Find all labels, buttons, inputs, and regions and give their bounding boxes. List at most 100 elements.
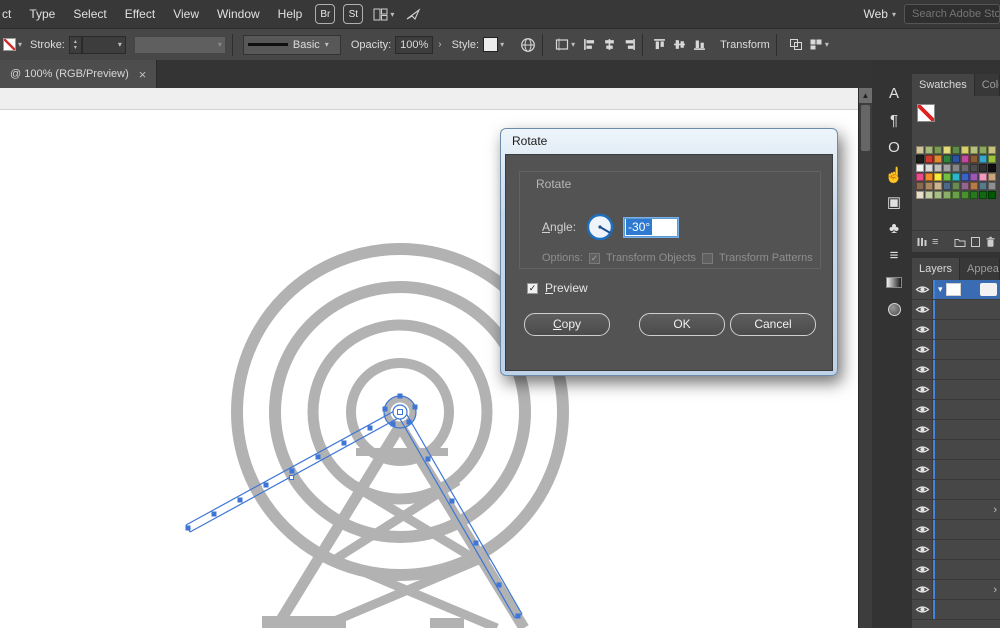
color-swatch[interactable] [961, 155, 969, 163]
visibility-eye-icon[interactable] [912, 380, 933, 399]
color-swatch[interactable] [943, 146, 951, 154]
color-swatch[interactable] [979, 146, 987, 154]
layer-row[interactable] [912, 380, 1000, 400]
opentype-panel-icon[interactable]: O [878, 134, 910, 161]
chevron-down-icon[interactable]: ▾ [500, 40, 504, 49]
visibility-eye-icon[interactable] [912, 520, 933, 539]
layer-content[interactable] [933, 540, 1000, 559]
tab-swatches[interactable]: Swatches [912, 74, 974, 96]
new-color-group-icon[interactable] [954, 236, 966, 248]
visibility-eye-icon[interactable] [912, 560, 933, 579]
shape-modes-icon[interactable]: ▾ [809, 38, 829, 51]
publish-online-icon[interactable] [520, 37, 536, 53]
hand-panel-icon[interactable]: ☝ [878, 161, 910, 188]
visibility-eye-icon[interactable] [912, 480, 933, 499]
color-swatch[interactable] [988, 182, 996, 190]
transform-objects-checkbox[interactable]: ✓ [589, 253, 600, 264]
color-swatch[interactable] [943, 182, 951, 190]
ok-button[interactable]: OK [639, 313, 725, 336]
color-swatch[interactable] [916, 164, 924, 172]
visibility-eye-icon[interactable] [912, 600, 933, 619]
arrange-documents-icon[interactable]: ▾ [373, 8, 394, 21]
layer-target-box[interactable] [980, 283, 997, 296]
color-swatch[interactable] [916, 155, 924, 163]
workspace-switcher[interactable]: Web ▾ [856, 7, 904, 21]
none-swatch[interactable] [917, 104, 935, 122]
menu-item-select[interactable]: Select [64, 0, 115, 28]
scrollbar-thumb[interactable] [861, 105, 870, 151]
visibility-eye-icon[interactable] [912, 580, 933, 599]
menu-item-effect[interactable]: Effect [116, 0, 164, 28]
layer-content[interactable] [933, 400, 1000, 419]
stock-search[interactable] [904, 4, 1000, 24]
chevron-right-icon[interactable]: › [438, 39, 441, 50]
paragraph-panel-icon[interactable]: ¶ [878, 107, 910, 134]
color-swatch[interactable] [961, 182, 969, 190]
align-center-icon[interactable] [603, 38, 616, 51]
angle-dial[interactable] [585, 212, 615, 242]
layer-row[interactable] [912, 540, 1000, 560]
color-swatch[interactable] [952, 155, 960, 163]
layer-content[interactable] [933, 560, 1000, 579]
layer-row[interactable]: › [912, 580, 1000, 600]
layer-row[interactable]: › [912, 500, 1000, 520]
vertical-scrollbar[interactable]: ▲ [858, 88, 872, 628]
color-swatch[interactable] [961, 191, 969, 199]
color-swatch[interactable] [916, 146, 924, 154]
new-swatch-icon[interactable] [970, 236, 981, 248]
layer-row[interactable] [912, 460, 1000, 480]
layer-content[interactable]: ▾ [933, 280, 1000, 299]
color-swatch[interactable] [934, 182, 942, 190]
document-tab[interactable]: @ 100% (RGB/Preview) × [0, 60, 157, 88]
layer-row[interactable] [912, 400, 1000, 420]
color-swatch[interactable] [934, 164, 942, 172]
layer-thumbnail[interactable] [946, 283, 961, 296]
stroke-weight-dropdown[interactable]: ▾ [82, 36, 126, 54]
opacity-value[interactable]: 100% [395, 36, 433, 54]
chevron-right-icon[interactable]: › [993, 504, 997, 516]
menu-item-type[interactable]: Type [20, 0, 64, 28]
dialog-titlebar[interactable]: Rotate [501, 129, 837, 153]
color-swatch[interactable] [925, 155, 933, 163]
layer-content[interactable] [933, 300, 1000, 319]
color-swatch[interactable] [934, 155, 942, 163]
layer-content[interactable] [933, 340, 1000, 359]
layer-content[interactable] [933, 440, 1000, 459]
color-swatch[interactable] [934, 146, 942, 154]
symbols-panel-icon[interactable]: ♣ [878, 215, 910, 242]
layer-row[interactable] [912, 340, 1000, 360]
graphic-style-swatch[interactable] [483, 37, 498, 52]
transform-patterns-checkbox[interactable] [702, 253, 713, 264]
color-swatch[interactable] [970, 155, 978, 163]
stroke-weight-stepper[interactable]: ▴▾ [69, 36, 82, 54]
color-swatch[interactable] [961, 173, 969, 181]
visibility-eye-icon[interactable] [912, 400, 933, 419]
layer-row[interactable]: ▾ [912, 280, 1000, 300]
color-swatch[interactable] [988, 173, 996, 181]
chevron-right-icon[interactable]: › [993, 584, 997, 596]
color-swatch[interactable] [934, 173, 942, 181]
gradient-panel-icon[interactable] [878, 269, 910, 296]
layer-row[interactable] [912, 440, 1000, 460]
align-middle-icon[interactable] [673, 38, 686, 51]
menu-item-view[interactable]: View [164, 0, 208, 28]
color-swatch[interactable] [943, 191, 951, 199]
color-swatch[interactable] [916, 182, 924, 190]
tab-color[interactable]: Colo [975, 74, 999, 96]
visibility-eye-icon[interactable] [912, 360, 933, 379]
layer-row[interactable] [912, 320, 1000, 340]
color-swatch[interactable] [988, 191, 996, 199]
swatch-kinds-icon[interactable]: ≡ [932, 236, 938, 248]
color-swatch[interactable] [952, 146, 960, 154]
layer-row[interactable] [912, 300, 1000, 320]
search-input[interactable] [912, 8, 1000, 20]
color-swatch[interactable] [952, 173, 960, 181]
color-swatch[interactable] [952, 191, 960, 199]
layer-content[interactable] [933, 420, 1000, 439]
color-swatch[interactable] [925, 146, 933, 154]
layer-content[interactable]: › [933, 500, 1000, 519]
color-swatch[interactable] [988, 146, 996, 154]
layer-content[interactable] [933, 360, 1000, 379]
tab-appearance[interactable]: Appeara [960, 258, 999, 280]
color-swatch[interactable] [952, 182, 960, 190]
